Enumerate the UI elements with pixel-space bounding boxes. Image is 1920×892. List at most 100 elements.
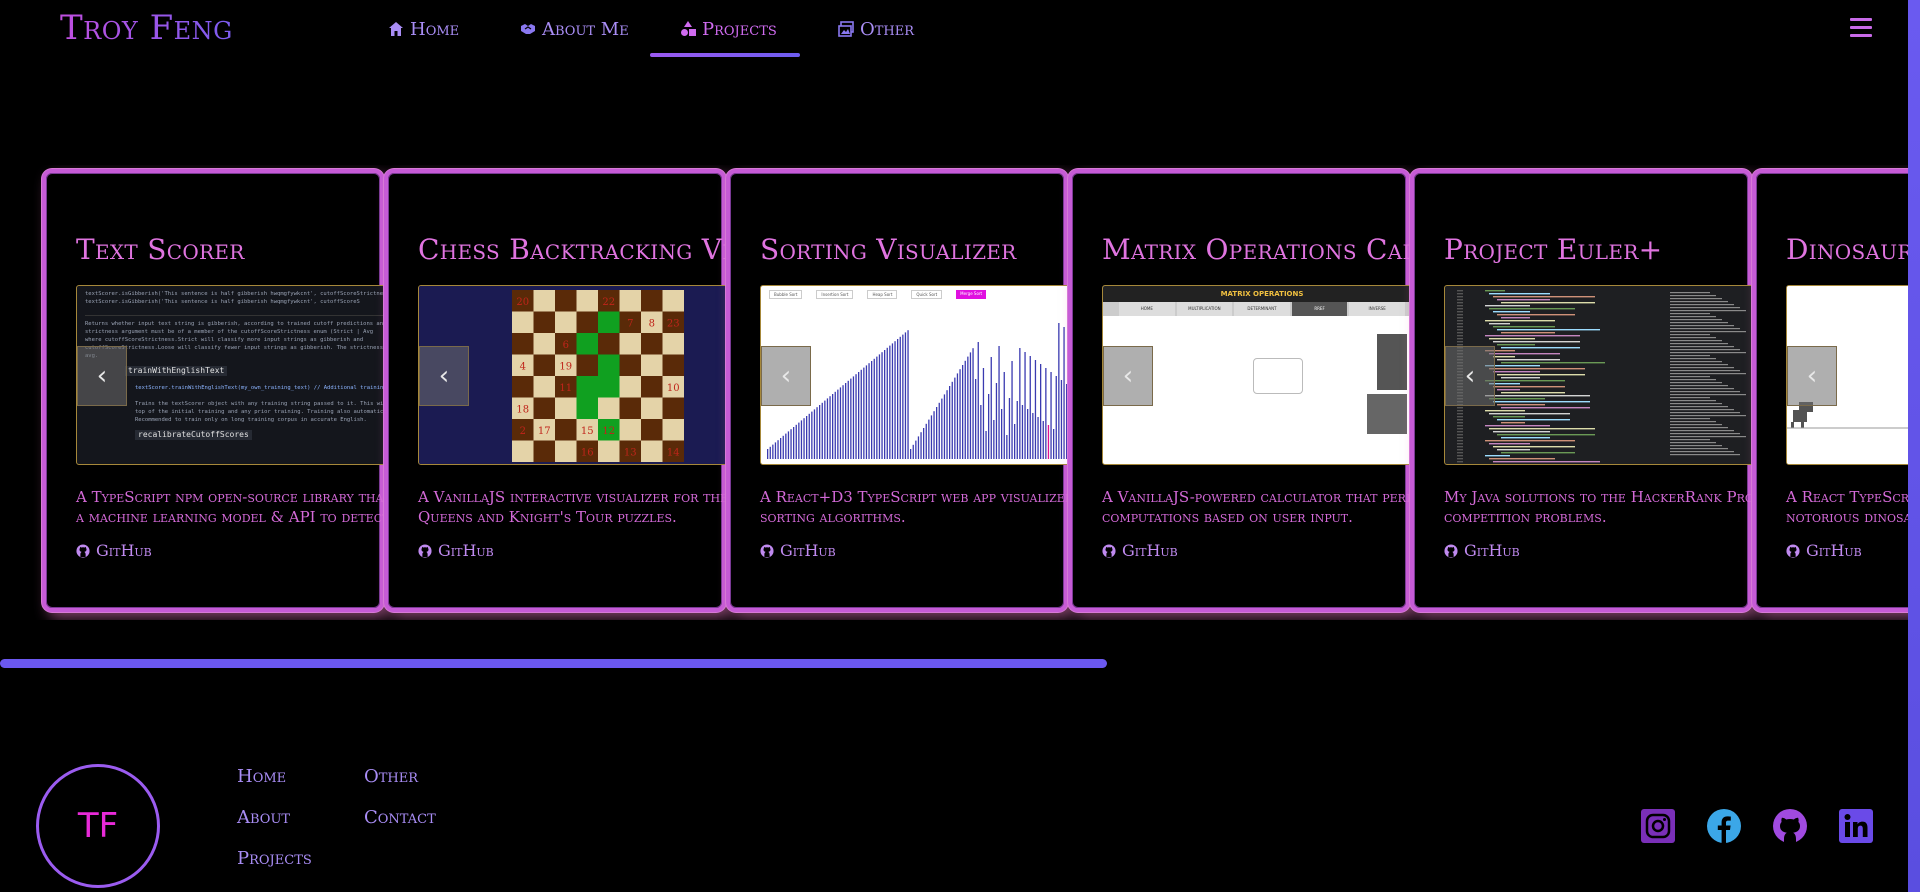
footer-link-home[interactable]: Home [237, 766, 286, 787]
github-link[interactable]: GitHub [1102, 541, 1178, 560]
minimap-line [1670, 307, 1740, 309]
carousel-prev-button[interactable]: ‹ [77, 346, 127, 406]
page-scrollbar[interactable] [1908, 0, 1920, 892]
code-line [1493, 341, 1580, 343]
chess-square [512, 333, 534, 355]
carousel-prev-button[interactable]: ‹ [419, 346, 469, 406]
nav-projects[interactable]: Projects [680, 10, 777, 48]
instagram-icon[interactable] [1640, 808, 1676, 844]
chess-square [555, 440, 577, 462]
nav-about[interactable]: About Me [520, 10, 629, 48]
nav-other[interactable]: Other [838, 10, 914, 48]
chess-square [512, 311, 534, 333]
linkedin-icon[interactable] [1838, 808, 1874, 844]
sort-bar [777, 440, 779, 459]
facebook-icon[interactable] [1706, 808, 1742, 844]
project-title: Sorting Visualizer [760, 233, 1017, 266]
code-line [1485, 290, 1505, 292]
sort-bar [949, 386, 951, 459]
sort-bar [1032, 413, 1034, 459]
line-number [1457, 323, 1463, 325]
sort-bar [899, 336, 901, 459]
chess-number: 7 [627, 318, 633, 329]
github-link[interactable]: GitHub [1786, 541, 1862, 560]
nav-projects-label: Projects [702, 18, 777, 40]
code-line [1501, 392, 1565, 394]
code-line [1489, 308, 1575, 310]
brand-title[interactable]: Troy Feng [60, 8, 233, 48]
hamburger-menu-icon[interactable] [1850, 18, 1872, 38]
github-icon[interactable] [1772, 808, 1808, 844]
line-number [1457, 335, 1463, 337]
sort-bar [1045, 368, 1047, 459]
minimap-line [1670, 451, 1734, 453]
line-number [1457, 305, 1463, 307]
sort-bar [769, 446, 771, 459]
sort-bar [1050, 372, 1052, 459]
code-line [1501, 302, 1595, 304]
code-line [1489, 353, 1560, 355]
sort-bar [790, 429, 792, 459]
github-link[interactable]: GitHub [76, 541, 152, 560]
minimap-line [1670, 430, 1734, 432]
footer-logo[interactable]: TF [36, 764, 160, 888]
sort-bar [1029, 356, 1031, 459]
sort-bar [1021, 405, 1024, 459]
sort-bar [845, 383, 847, 459]
chevron-left-icon: ‹ [96, 361, 108, 391]
chess-number: 19 [559, 361, 572, 372]
chess-square [598, 376, 620, 398]
github-icon [760, 543, 774, 558]
carousel-prev-button[interactable]: ‹ [1787, 346, 1837, 406]
chess-square [598, 397, 620, 419]
footer-link-projects[interactable]: Projects [237, 848, 312, 869]
footer-link-about[interactable]: About [237, 807, 290, 828]
footer-link-contact[interactable]: Contact [364, 807, 436, 828]
minimap-line [1670, 445, 1722, 447]
sort-bar [832, 394, 834, 459]
github-link[interactable]: GitHub [760, 541, 836, 560]
carousel-scroll-progress[interactable] [0, 659, 1107, 668]
sort-bar [1016, 401, 1018, 459]
sort-bar [977, 342, 979, 459]
sort-bar [1053, 429, 1055, 459]
github-link[interactable]: GitHub [1444, 541, 1520, 560]
sort-bar [959, 369, 961, 459]
sort-bar [910, 449, 912, 459]
minimap-line [1670, 340, 1722, 342]
github-icon [418, 543, 432, 558]
images-icon [838, 21, 854, 37]
minimap-line [1670, 301, 1728, 303]
sort-bar [772, 444, 774, 459]
sort-bar [1042, 421, 1044, 459]
minimap-line [1670, 364, 1728, 366]
header: Troy Feng Home About Me Projects Other [0, 0, 1920, 60]
chess-square [641, 419, 663, 441]
chess-square [576, 290, 598, 312]
sort-bar [881, 352, 883, 459]
nav-other-label: Other [860, 18, 915, 40]
sort-bar [819, 405, 821, 459]
code-line [1489, 458, 1555, 460]
chess-number: 13 [624, 447, 637, 458]
chess-square [555, 419, 577, 441]
code-line [1489, 413, 1570, 415]
carousel-prev-button[interactable]: ‹ [1445, 346, 1495, 406]
sort-bar [915, 440, 917, 459]
chess-square [555, 290, 577, 312]
code-line [1489, 428, 1595, 430]
line-number [1457, 338, 1463, 340]
carousel-prev-button[interactable]: ‹ [1103, 346, 1153, 406]
code-line [1497, 299, 1550, 301]
nav-home[interactable]: Home [388, 10, 459, 48]
footer-logo-text: TF [77, 806, 119, 846]
github-link[interactable]: GitHub [418, 541, 494, 560]
sort-bar [829, 396, 831, 459]
footer-link-other[interactable]: Other [364, 766, 418, 787]
project-title: Project Euler+ [1444, 233, 1663, 266]
carousel-prev-button[interactable]: ‹ [761, 346, 811, 406]
minimap-line [1670, 325, 1734, 327]
code-line [1497, 314, 1575, 316]
code-line [1501, 347, 1580, 349]
sort-bar [936, 407, 938, 459]
